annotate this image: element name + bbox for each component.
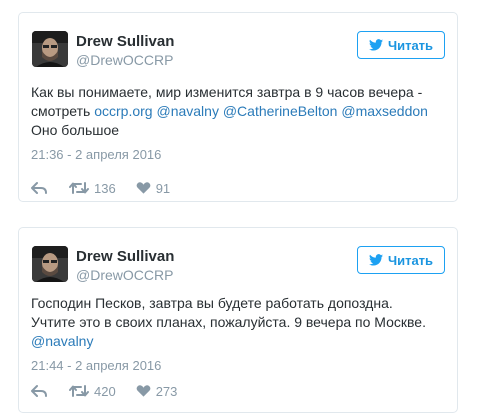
tweet-text-plain: смотреть — [31, 103, 91, 119]
reply-button[interactable] — [31, 181, 47, 195]
tweet-card: Drew Sullivan @DrewOCCRP Читать Как вы п… — [18, 12, 458, 202]
retweet-button[interactable]: 420 — [69, 384, 116, 399]
like-count: 273 — [155, 383, 178, 399]
retweet-button[interactable]: 136 — [69, 181, 116, 196]
retweet-icon — [69, 181, 89, 195]
follow-label: Читать — [387, 37, 434, 53]
author-handle[interactable]: @DrewOCCRP — [76, 52, 173, 68]
tweet-actions: 420 273 — [31, 382, 177, 400]
tweet-timestamp[interactable]: 21:36 - 2 апреля 2016 — [31, 147, 161, 162]
mention-navalny[interactable]: @navalny — [156, 103, 218, 119]
twitter-bird-icon — [368, 39, 383, 51]
avatar[interactable] — [32, 246, 68, 282]
tweet-text-line: Как вы понимаете, мир изменится завтра в… — [31, 84, 423, 100]
author-name[interactable]: Drew Sullivan — [76, 33, 174, 50]
tweet-text-line: смотреть occrp.org @navalny @CatherineBe… — [31, 102, 451, 121]
author-name[interactable]: Drew Sullivan — [76, 248, 174, 265]
twitter-bird-icon — [368, 254, 383, 266]
tweet-text: Как вы понимаете, мир изменится завтра в… — [31, 83, 451, 140]
mention-catherinebelton[interactable]: @CatherineBelton — [223, 103, 338, 119]
mention-maxseddon[interactable]: @maxseddon — [341, 103, 428, 119]
avatar[interactable] — [32, 31, 68, 67]
link-occrp[interactable]: occrp.org — [94, 103, 152, 119]
retweet-count: 136 — [94, 180, 116, 196]
mention-navalny[interactable]: @navalny — [31, 333, 93, 349]
tweet-text-line: @navalny — [31, 332, 451, 351]
author-handle[interactable]: @DrewOCCRP — [76, 267, 173, 283]
tweet-text-line: Учтите это в своих планах, пожалуйста. 9… — [31, 314, 426, 330]
tweet-text-line: Господин Песков, завтра вы будете работа… — [31, 295, 393, 311]
heart-icon — [136, 384, 151, 398]
follow-button[interactable]: Читать — [357, 246, 445, 274]
like-button[interactable]: 91 — [136, 181, 170, 196]
retweet-count: 420 — [94, 383, 116, 399]
reply-icon — [31, 384, 47, 398]
tweet-text-line: Оно большое — [31, 122, 120, 138]
follow-label: Читать — [387, 252, 434, 268]
tweet-text: Господин Песков, завтра вы будете работа… — [31, 294, 451, 351]
reply-icon — [31, 181, 47, 195]
tweet-timestamp[interactable]: 21:44 - 2 апреля 2016 — [31, 358, 161, 373]
like-button[interactable]: 273 — [136, 383, 178, 399]
tweet-card: Drew Sullivan @DrewOCCRP Читать Господин… — [18, 227, 458, 413]
like-count: 91 — [155, 180, 171, 196]
tweet-actions: 136 91 — [31, 179, 170, 197]
retweet-icon — [69, 384, 89, 398]
follow-button[interactable]: Читать — [357, 31, 445, 59]
reply-button[interactable] — [31, 384, 47, 398]
heart-icon — [136, 181, 151, 195]
